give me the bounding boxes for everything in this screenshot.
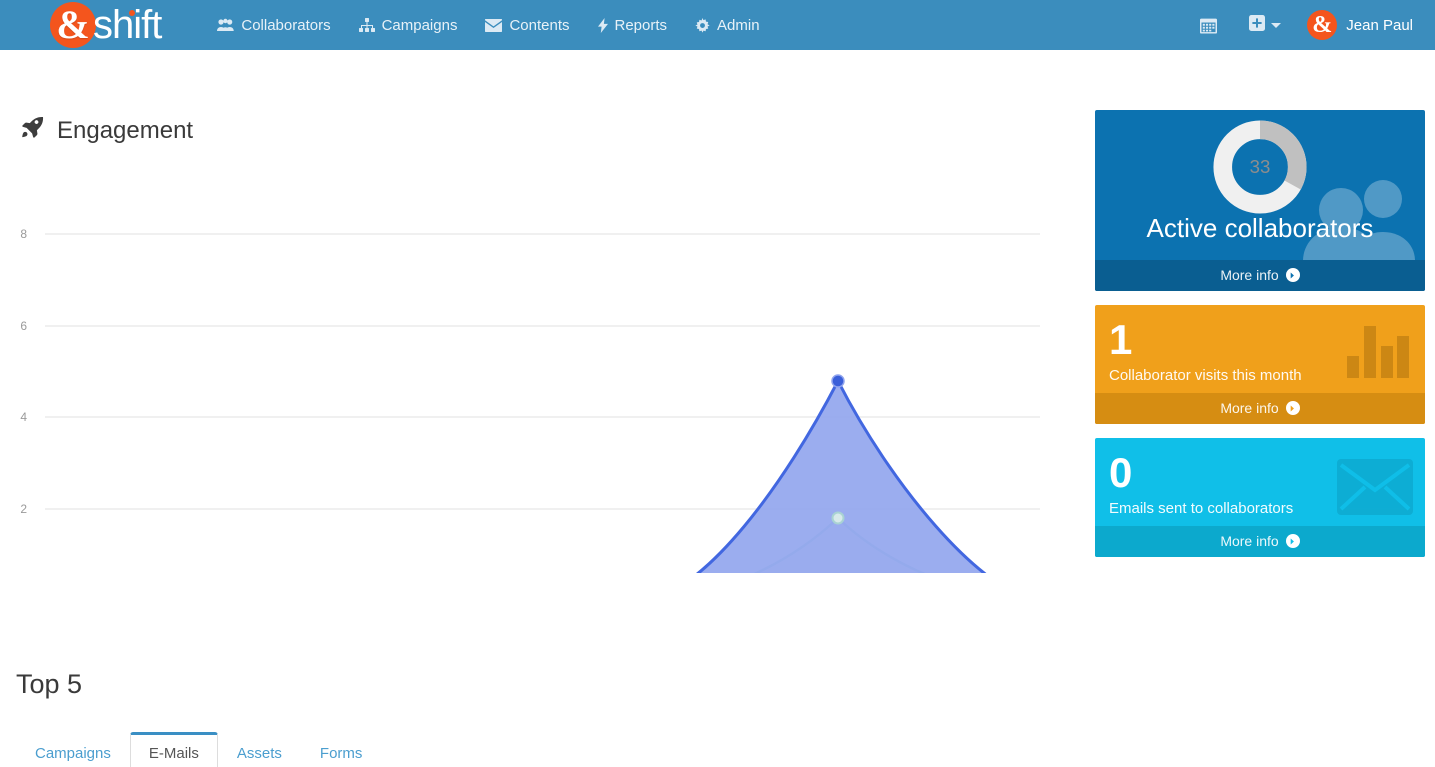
nav-label: Admin: [717, 16, 760, 34]
nav-label: Reports: [614, 16, 668, 34]
envelope-icon: [485, 18, 503, 32]
top-navbar: & shift Collaborators Campaigns Contents…: [0, 0, 1435, 50]
users-icon: [217, 18, 235, 32]
nav-item-contents[interactable]: Contents: [471, 0, 583, 50]
tab-emails[interactable]: E-Mails: [129, 732, 218, 767]
engagement-chart-svg: 8 6 4 2 0: [20, 227, 1040, 573]
envelope-icon: [1337, 459, 1413, 520]
card-more-info-link[interactable]: More info: [1095, 260, 1425, 291]
bar-chart-icon: [1347, 322, 1409, 383]
card-footer-label: More info: [1220, 533, 1279, 549]
nav-item-admin[interactable]: Admin: [681, 0, 774, 50]
tab-forms[interactable]: Forms: [301, 733, 382, 767]
nav-item-reports[interactable]: Reports: [584, 0, 682, 50]
user-name: Jean Paul: [1346, 16, 1413, 34]
stat-cards-column: 33 Active collaborators More info 1 Coll…: [1095, 110, 1425, 571]
plus-square-icon: [1249, 14, 1266, 36]
brand-logo[interactable]: & shift: [50, 0, 162, 50]
nav-label: Collaborators: [241, 16, 331, 34]
donut-chart: 33: [1095, 118, 1425, 216]
svg-text:8: 8: [20, 227, 27, 241]
svg-text:4: 4: [20, 410, 27, 424]
top5-tabs: Campaigns E-Mails Assets Forms: [16, 732, 1419, 767]
page-title: Engagement: [22, 116, 1080, 145]
card-emails-sent[interactable]: 0 Emails sent to collaborators More info: [1095, 438, 1425, 557]
top5-section: Top 5 Campaigns E-Mails Assets Forms 1 e…: [0, 655, 1435, 767]
chart-ytick-labels: 8 6 4 2 0: [20, 227, 27, 516]
card-more-info-link[interactable]: More info: [1095, 393, 1425, 424]
brand-dot: [129, 10, 135, 16]
gear-icon: [695, 17, 710, 33]
page-title-text: Engagement: [57, 116, 194, 144]
arrow-right-icon: [1285, 534, 1300, 548]
svg-text:6: 6: [20, 319, 27, 333]
top5-tabs-wrap: Campaigns E-Mails Assets Forms: [16, 732, 1419, 767]
engagement-panel: Engagement 8 6 4 2 0: [0, 100, 1080, 573]
card-body: 33 Active collaborators: [1095, 110, 1425, 260]
tab-assets[interactable]: Assets: [218, 733, 301, 767]
arrow-right-icon: [1285, 268, 1300, 282]
card-footer-label: More info: [1220, 400, 1279, 416]
user-menu[interactable]: & Jean Paul: [1299, 0, 1425, 50]
nav-item-campaigns[interactable]: Campaigns: [345, 0, 472, 50]
calendar-icon[interactable]: [1186, 0, 1231, 50]
chevron-down-icon: [1271, 22, 1282, 28]
card-more-info-link[interactable]: More info: [1095, 526, 1425, 557]
donut-value: 33: [1250, 156, 1271, 177]
card-body: 0 Emails sent to collaborators: [1095, 438, 1425, 526]
brand-ampersand: &: [50, 2, 96, 48]
card-label: Active collaborators: [1146, 213, 1374, 243]
top5-title: Top 5: [16, 669, 83, 699]
nav-label: Campaigns: [381, 16, 458, 34]
add-menu-button[interactable]: [1235, 0, 1295, 50]
chart-series-1-area: [698, 381, 985, 573]
card-collaborator-visits[interactable]: 1 Collaborator visits this month More in…: [1095, 305, 1425, 424]
rocket-icon: [22, 116, 44, 145]
avatar: &: [1307, 10, 1338, 40]
arrow-right-icon: [1285, 401, 1300, 415]
bolt-icon: [597, 17, 608, 33]
engagement-chart: 8 6 4 2 0: [0, 153, 1080, 573]
card-body: 1 Collaborator visits this month: [1095, 305, 1425, 393]
brand-wordmark: shift: [93, 3, 162, 47]
main-nav: Collaborators Campaigns Contents Reports…: [203, 0, 773, 50]
card-active-collaborators[interactable]: 33 Active collaborators More info: [1095, 110, 1425, 291]
card-footer-label: More info: [1220, 267, 1279, 283]
tab-campaigns[interactable]: Campaigns: [16, 733, 130, 767]
nav-item-collaborators[interactable]: Collaborators: [203, 0, 344, 50]
nav-right-actions: & Jean Paul: [1186, 0, 1425, 50]
svg-text:2: 2: [20, 502, 27, 516]
sitemap-icon: [358, 18, 375, 32]
nav-label: Contents: [509, 16, 570, 34]
